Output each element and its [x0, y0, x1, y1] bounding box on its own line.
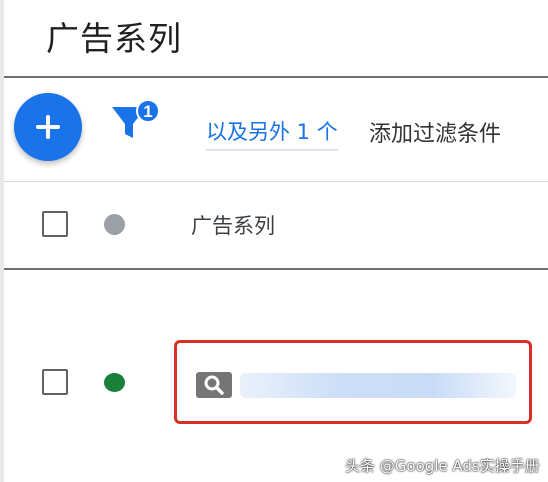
left-edge-bar — [0, 0, 4, 482]
watermark: 头条 @Google Ads实操手册 — [345, 457, 540, 475]
filter-count: 1 — [143, 102, 152, 121]
search-icon — [204, 375, 224, 395]
toolbar-divider — [4, 181, 548, 182]
applied-filters-link[interactable]: 以及另外 1 个 — [206, 116, 338, 151]
add-campaign-button[interactable] — [14, 93, 82, 161]
status-enabled-icon[interactable] — [104, 373, 125, 392]
page-title: 广告系列 — [46, 19, 182, 58]
table-header-divider — [4, 268, 548, 270]
filter-icon: 1 — [112, 99, 160, 138]
status-column-icon[interactable] — [104, 214, 125, 235]
plus-icon-vertical — [46, 115, 50, 139]
select-all-checkbox[interactable] — [42, 211, 68, 237]
campaign-column-header[interactable]: 广告系列 — [191, 210, 275, 240]
campaign-name-highlight — [174, 340, 532, 424]
campaign-name-link[interactable] — [240, 373, 516, 398]
header-divider — [4, 76, 548, 78]
add-filter-button[interactable]: 添加过滤条件 — [369, 116, 501, 148]
search-campaign-badge — [196, 372, 232, 398]
row-checkbox[interactable] — [42, 369, 68, 395]
filter-button[interactable]: 1 — [110, 97, 162, 145]
